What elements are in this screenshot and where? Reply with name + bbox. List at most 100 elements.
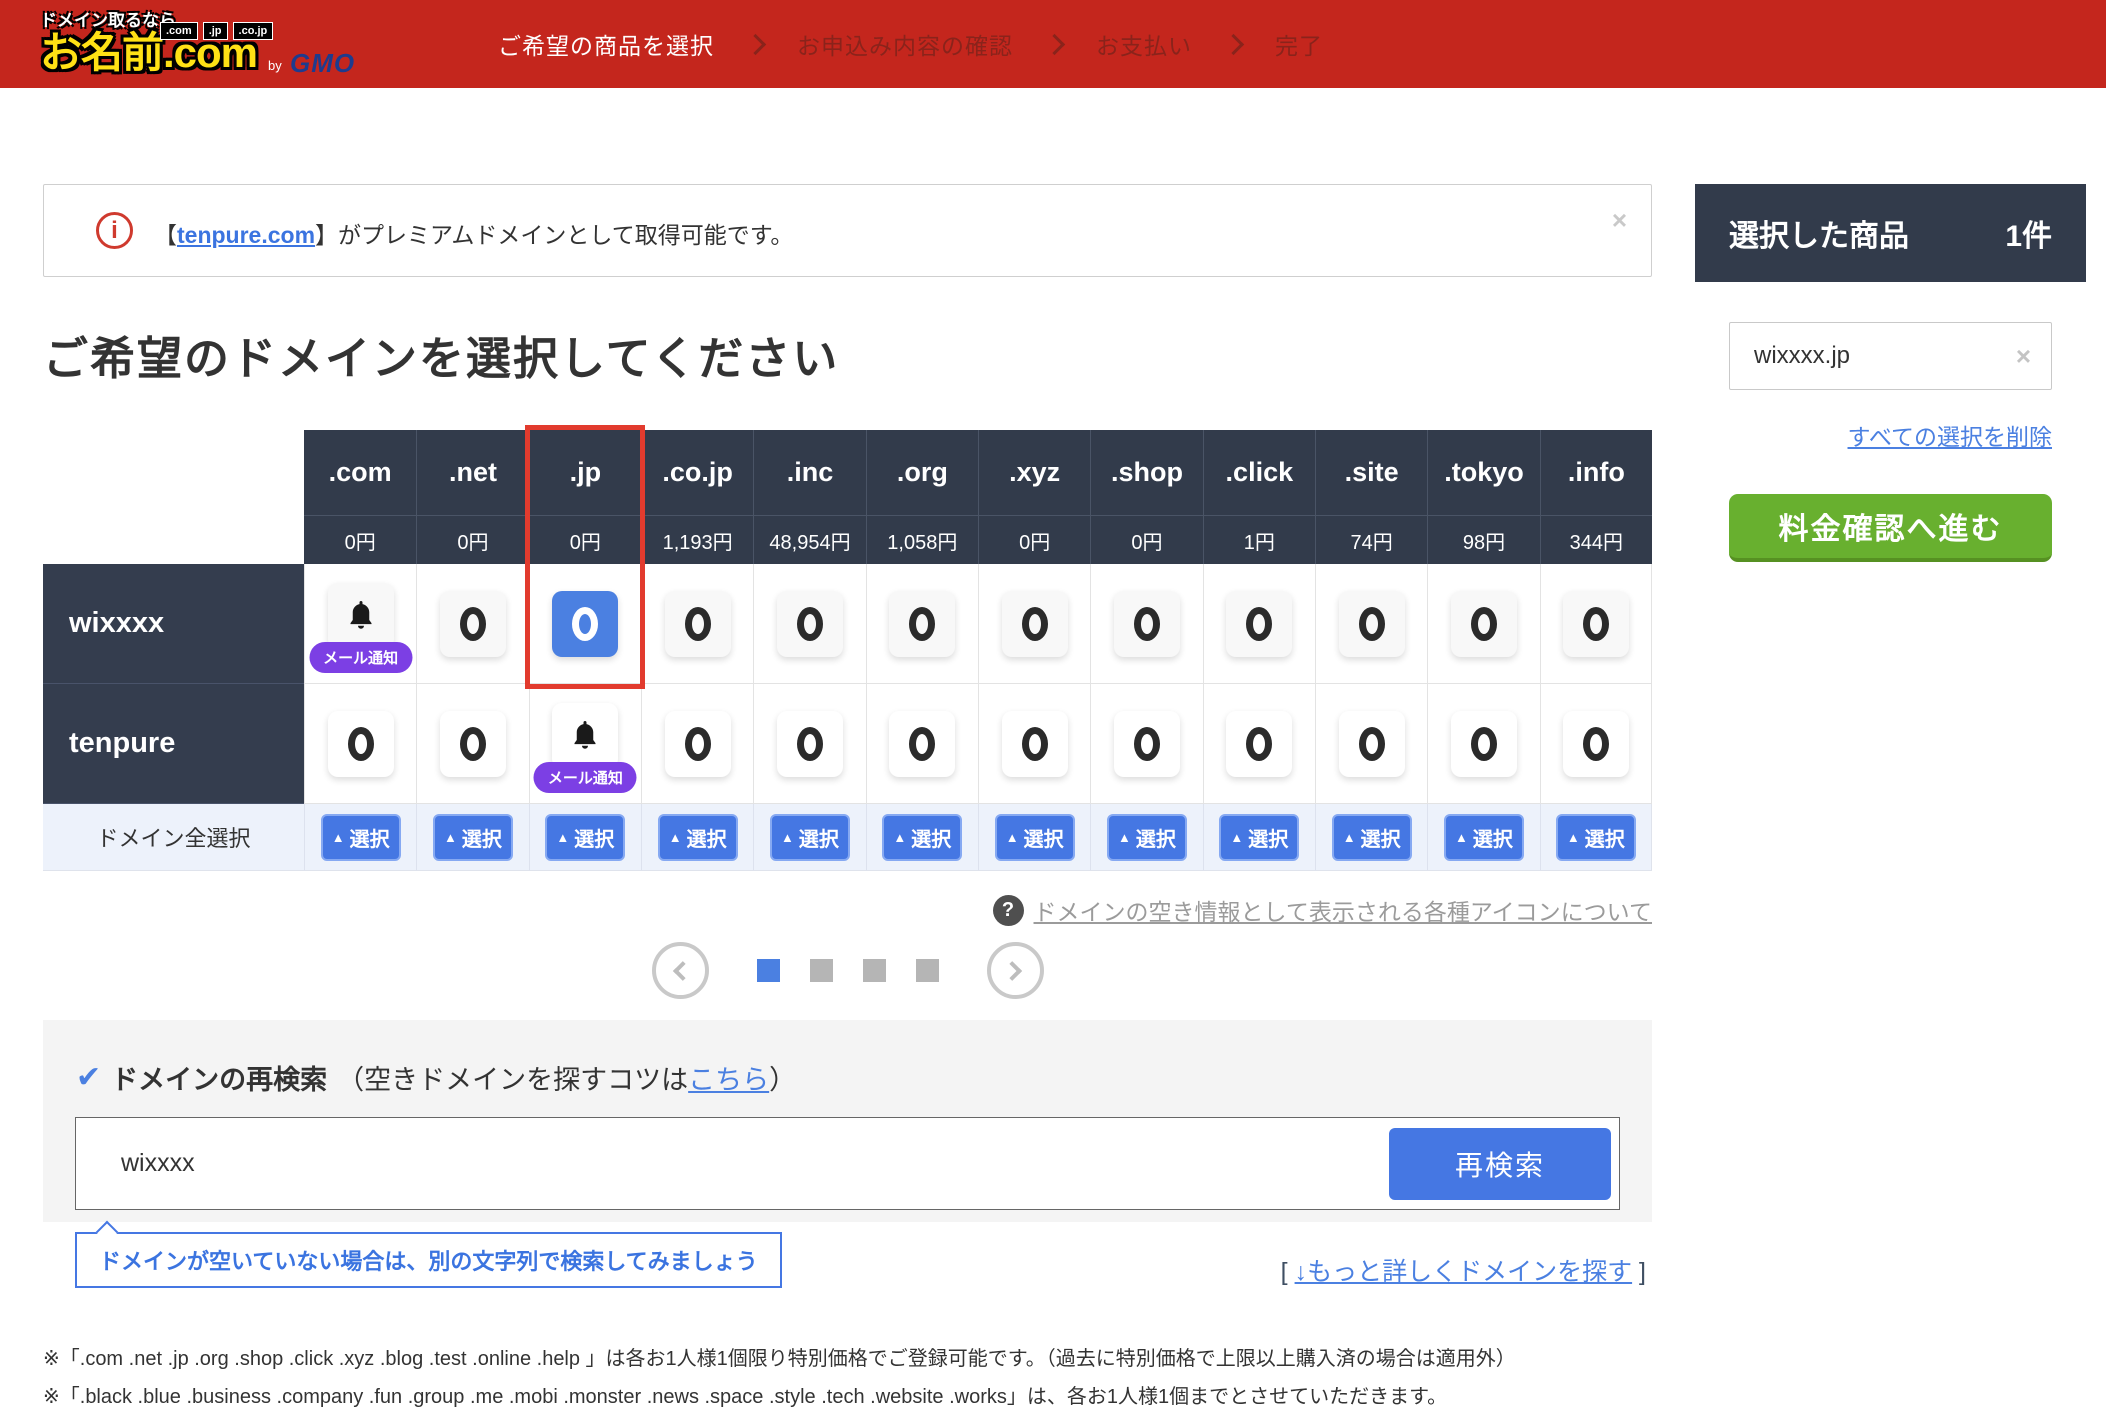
select-all-cell-xyz: ▲選択 — [978, 804, 1090, 871]
page-dot-4[interactable] — [916, 959, 939, 982]
search-tooltip: ドメインが空いていない場合は、別の文字列で検索してみましょう — [75, 1232, 782, 1288]
mail-notify-button[interactable] — [328, 583, 394, 649]
available-circle-icon — [460, 727, 486, 761]
select-domain-button[interactable] — [440, 711, 506, 777]
cart-sidebar: 選択した商品 1件 wixxxx.jp × すべての選択を削除 料金確認へ進む — [1695, 184, 2086, 702]
select-domain-button[interactable] — [777, 591, 843, 657]
chevron-right-icon — [1223, 33, 1244, 54]
select-all-button-xyz[interactable]: ▲選択 — [995, 814, 1075, 861]
select-all-button-tokyo[interactable]: ▲ 選択 — [1444, 814, 1524, 861]
select-all-button-org[interactable]: ▲選択 — [882, 814, 962, 861]
select-domain-button[interactable] — [1339, 711, 1405, 777]
remove-all-link[interactable]: すべての選択を削除 — [1848, 418, 2052, 452]
notice-message: がプレミアムドメインとして取得可能です。 — [338, 222, 793, 248]
select-domain-button[interactable] — [328, 711, 394, 777]
close-icon[interactable]: × — [1612, 205, 1627, 236]
selected-domain-button[interactable] — [552, 591, 618, 657]
select-domain-button[interactable] — [440, 591, 506, 657]
chevron-left-icon — [673, 961, 693, 981]
select-domain-button[interactable] — [1114, 711, 1180, 777]
onamae-logo[interactable]: ドメイン取るなら お名前.com .com .jp .co.jp by GMO — [40, 6, 340, 84]
select-domain-button[interactable] — [1002, 591, 1068, 657]
remove-item-icon[interactable]: × — [2016, 341, 2031, 372]
select-all-button-inc[interactable]: ▲選択 — [770, 814, 850, 861]
availability-cell-tenpure-inc — [753, 684, 865, 804]
notice-bracket-close: 】 — [315, 222, 338, 248]
select-domain-button[interactable] — [889, 591, 955, 657]
select-domain-button[interactable] — [1339, 591, 1405, 657]
icon-help-link[interactable]: ドメインの空き情報として表示される各種アイコンについて — [1034, 893, 1652, 927]
select-domain-button[interactable] — [889, 711, 955, 777]
kochira-link[interactable]: こちら — [688, 1065, 769, 1095]
logo-badge-com: .com — [160, 22, 198, 40]
select-all-cell-click: ▲選択 — [1203, 804, 1315, 871]
triangle-up-icon: ▲ — [1343, 830, 1356, 845]
select-domain-button[interactable] — [777, 711, 843, 777]
pagination — [43, 942, 1652, 999]
page-dot-1[interactable] — [757, 959, 780, 982]
select-all-button-click[interactable]: ▲選択 — [1219, 814, 1299, 861]
availability-cell-wixxxx-info — [1540, 564, 1652, 684]
prev-page-button[interactable] — [652, 942, 709, 999]
select-domain-button[interactable] — [665, 711, 731, 777]
select-button-label: 選択 — [1585, 823, 1625, 852]
table-corner — [43, 430, 304, 515]
mail-notify-button[interactable] — [552, 703, 618, 769]
select-domain-button[interactable] — [1226, 591, 1292, 657]
select-domain-button[interactable] — [665, 591, 731, 657]
mail-notify-badge: メール通知 — [309, 642, 412, 673]
research-title: ドメインの再検索 — [111, 1058, 327, 1097]
select-all-button-com[interactable]: ▲選択 — [321, 814, 401, 861]
select-all-button-cojp[interactable]: ▲選択 — [658, 814, 738, 861]
triangle-up-icon: ▲ — [781, 830, 794, 845]
select-button-label: 選択 — [1473, 823, 1513, 852]
select-domain-button[interactable] — [1451, 591, 1517, 657]
tld-header-site: .site — [1315, 430, 1427, 515]
available-circle-icon — [1246, 727, 1272, 761]
tld-header-click: .click — [1203, 430, 1315, 515]
tld-price-inc: 48,954円 — [753, 515, 865, 564]
availability-cell-wixxxx-net — [416, 564, 528, 684]
select-all-button-net[interactable]: ▲選択 — [433, 814, 513, 861]
select-button-label: 選択 — [1361, 823, 1401, 852]
availability-cell-tenpure-com — [304, 684, 416, 804]
select-domain-button[interactable] — [1563, 711, 1629, 777]
select-domain-button[interactable] — [1451, 711, 1517, 777]
more-domains-link[interactable]: ↓もっと詳しくドメインを探す — [1295, 1258, 1633, 1286]
select-domain-button[interactable] — [1226, 711, 1292, 777]
logo-gmo: GMO — [290, 48, 355, 79]
tld-price-cojp: 1,193円 — [641, 515, 753, 564]
triangle-up-icon: ▲ — [556, 830, 569, 845]
available-circle-icon — [1134, 607, 1160, 641]
available-circle-icon — [1583, 727, 1609, 761]
available-circle-icon — [1134, 727, 1160, 761]
logo-by: by — [268, 58, 282, 73]
select-all-cell-shop: ▲選択 — [1090, 804, 1202, 871]
premium-domain-link[interactable]: tenpure.com — [177, 222, 315, 248]
page-title: ご希望のドメインを選択してください — [43, 322, 839, 387]
notice-bracket-open: 【 — [154, 222, 177, 248]
select-button-label: 選択 — [1136, 823, 1176, 852]
select-button-label: 選択 — [350, 823, 390, 852]
triangle-up-icon: ▲ — [669, 830, 682, 845]
select-all-cell-site: ▲ 選択 — [1315, 804, 1427, 871]
research-button[interactable]: 再検索 — [1389, 1128, 1611, 1200]
available-circle-icon — [1359, 607, 1385, 641]
select-domain-button[interactable] — [1114, 591, 1180, 657]
availability-cell-tenpure-net — [416, 684, 528, 804]
page-dot-3[interactable] — [863, 959, 886, 982]
next-page-button[interactable] — [987, 942, 1044, 999]
triangle-up-icon: ▲ — [1230, 830, 1243, 845]
select-all-button-site[interactable]: ▲ 選択 — [1332, 814, 1412, 861]
page-dot-2[interactable] — [810, 959, 833, 982]
select-all-button-shop[interactable]: ▲選択 — [1107, 814, 1187, 861]
triangle-up-icon: ▲ — [1455, 830, 1468, 845]
tld-header-inc: .inc — [753, 430, 865, 515]
select-domain-button[interactable] — [1002, 711, 1068, 777]
select-all-button-jp[interactable]: ▲選択 — [545, 814, 625, 861]
cart-body: wixxxx.jp × すべての選択を削除 料金確認へ進む — [1695, 282, 2086, 702]
select-domain-button[interactable] — [1563, 591, 1629, 657]
select-all-button-info[interactable]: ▲選択 — [1556, 814, 1636, 861]
cart-item-name: wixxxx.jp — [1754, 342, 1850, 370]
proceed-to-price-button[interactable]: 料金確認へ進む — [1729, 494, 2052, 562]
